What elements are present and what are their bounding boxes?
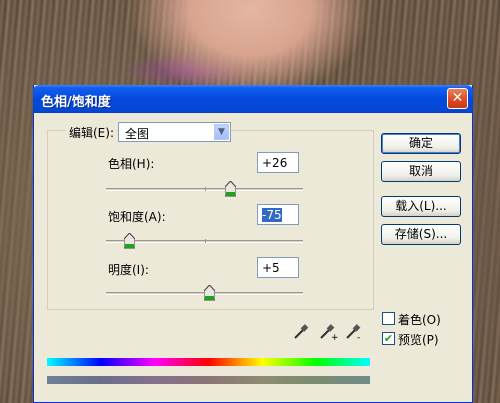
chevron-down-icon[interactable]: ▼	[214, 124, 229, 140]
close-button[interactable]: ✕	[447, 88, 468, 109]
adjustment-group	[47, 130, 374, 310]
preview-label: 预览(P)	[398, 333, 439, 347]
close-icon: ✕	[451, 90, 464, 106]
load-button[interactable]: 载入(L)...	[381, 196, 461, 217]
save-button[interactable]: 存储(S)...	[381, 224, 461, 245]
edit-label: 编辑(E):	[66, 124, 117, 141]
title-bar[interactable]: 色相/饱和度 ✕	[33, 85, 473, 113]
hue-center-tick	[205, 187, 206, 191]
svg-text:+: +	[331, 333, 338, 341]
eyedropper-minus-icon[interactable]: -	[344, 323, 364, 341]
edit-range-value: 全图	[125, 127, 150, 141]
hue-input[interactable]: +26	[257, 152, 299, 173]
colorize-checkbox[interactable]	[382, 312, 395, 325]
colorize-label: 着色(O)	[398, 313, 441, 327]
saturation-input[interactable]: -75	[257, 204, 299, 225]
svg-text:-: -	[357, 333, 360, 341]
output-spectrum-bar	[47, 376, 370, 384]
eyedropper-icon[interactable]	[292, 323, 310, 341]
dialog-title: 色相/饱和度	[41, 95, 111, 110]
eyedropper-plus-icon[interactable]: +	[318, 323, 338, 341]
input-spectrum-bar	[47, 358, 370, 366]
edit-range-select[interactable]: 全图 ▼	[118, 122, 231, 142]
cancel-button[interactable]: 取消	[381, 161, 461, 182]
hue-label: 色相(H):	[108, 157, 155, 171]
saturation-label: 饱和度(A):	[108, 210, 166, 224]
lightness-label: 明度(I):	[108, 263, 149, 277]
hue-slider-thumb[interactable]	[225, 181, 236, 197]
ok-button[interactable]: 确定	[381, 133, 461, 154]
lightness-input[interactable]: +5	[257, 257, 299, 278]
lightness-slider-thumb[interactable]	[204, 285, 215, 301]
preview-checkbox[interactable]: ✔	[382, 332, 395, 345]
checkmark-icon: ✔	[383, 332, 394, 345]
saturation-slider-thumb[interactable]	[124, 233, 135, 249]
saturation-center-tick	[205, 239, 206, 243]
